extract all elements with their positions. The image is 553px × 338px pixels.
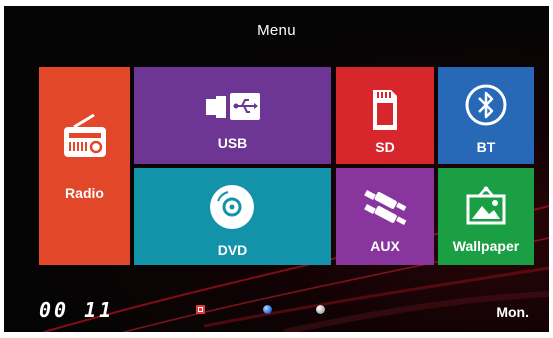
wallpaper-tile[interactable]: Wallpaper [438, 168, 534, 265]
bt-tile[interactable]: BT [438, 67, 534, 164]
radio-label: Radio [65, 185, 104, 201]
menu-title: Menu [257, 22, 296, 39]
page-dot-2[interactable] [316, 305, 325, 314]
sd-label: SD [375, 139, 395, 155]
usb-label: USB [217, 135, 248, 151]
rca-cable-icon [364, 190, 407, 225]
wallpaper-label: Wallpaper [452, 238, 520, 254]
bt-label: BT [476, 139, 496, 155]
bluetooth-icon [465, 84, 507, 126]
dvd-tile[interactable]: DVD [134, 168, 331, 265]
dvd-label: DVD [217, 242, 248, 258]
usb-tile[interactable]: USB [134, 67, 331, 164]
picture-icon [466, 186, 506, 225]
usb-icon [206, 93, 260, 120]
clock-display: 00 11 [39, 298, 115, 322]
home-icon[interactable] [196, 305, 205, 314]
page-dot-1-active[interactable] [263, 305, 272, 314]
radio-tile[interactable]: Radio [39, 67, 130, 265]
disc-icon [210, 185, 254, 229]
radio-icon [64, 113, 106, 157]
sd-card-icon [373, 90, 397, 130]
menu-screen: Menu Radio USB SD BT DVD AUX Wallpaper 0… [4, 6, 549, 332]
sd-tile[interactable]: SD [336, 67, 434, 164]
weekday-label: Mon. [496, 304, 529, 320]
aux-label: AUX [370, 238, 400, 254]
aux-tile[interactable]: AUX [336, 168, 434, 265]
